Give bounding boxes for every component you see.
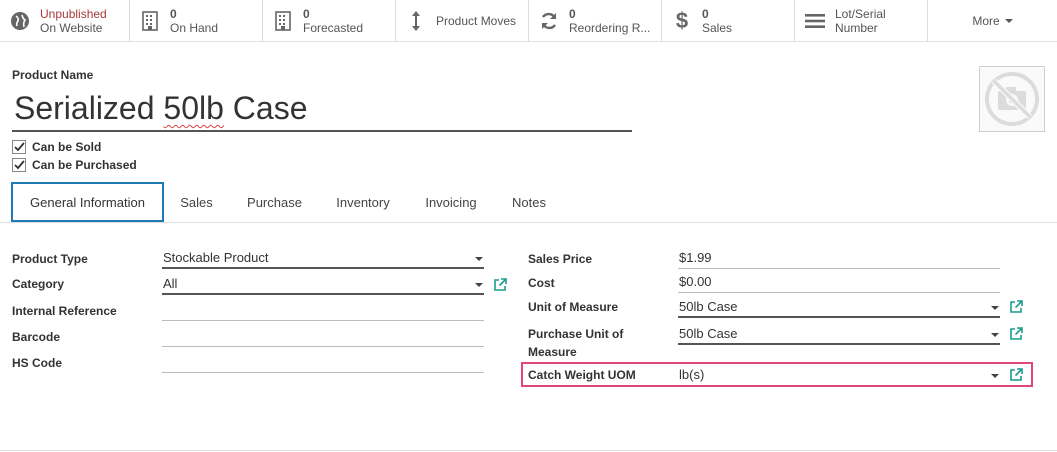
lot-serial-label-1: Lot/Serial bbox=[835, 7, 886, 21]
bars-icon bbox=[803, 9, 827, 33]
tab-general-information[interactable]: General Information bbox=[11, 182, 164, 222]
tab-purchase[interactable]: Purchase bbox=[233, 182, 316, 223]
external-link-icon[interactable] bbox=[1009, 300, 1023, 314]
uom-value: 50lb Case bbox=[679, 299, 738, 314]
checkmark-icon bbox=[13, 142, 25, 152]
refresh-icon bbox=[537, 9, 561, 33]
uom-select[interactable]: 50lb Case bbox=[678, 298, 1000, 318]
on-hand-label: On Hand bbox=[170, 21, 219, 35]
caret-down-icon bbox=[991, 374, 999, 378]
reordering-label: Reordering R... bbox=[569, 21, 651, 35]
sales-price-value: $1.99 bbox=[679, 250, 712, 265]
purchase-uom-label-line2: Measure bbox=[528, 345, 577, 359]
product-moves-label: Product Moves bbox=[436, 14, 517, 28]
more-label: More bbox=[972, 14, 1000, 28]
sales-price-input[interactable]: $1.99 bbox=[678, 249, 1000, 269]
product-name-word: Case bbox=[232, 90, 308, 126]
caret-down-icon bbox=[475, 257, 483, 261]
can-be-sold-row: Can be Sold bbox=[12, 140, 101, 154]
cost-label: Cost bbox=[528, 276, 555, 290]
purchase-uom-label: Purchase Unit of Measure bbox=[528, 325, 623, 361]
checkmark-icon bbox=[13, 160, 25, 170]
tab-invoicing[interactable]: Invoicing bbox=[412, 182, 490, 223]
website-status: Unpublished bbox=[40, 7, 107, 21]
reordering-count: 0 bbox=[569, 7, 576, 21]
external-link-icon[interactable] bbox=[1009, 327, 1023, 341]
can-be-purchased-label: Can be Purchased bbox=[32, 158, 137, 172]
product-type-value: Stockable Product bbox=[163, 250, 269, 265]
sales-button[interactable]: $ 0 Sales bbox=[662, 0, 795, 42]
tab-sales[interactable]: Sales bbox=[168, 182, 225, 223]
product-image[interactable] bbox=[979, 66, 1045, 132]
hs-code-input[interactable] bbox=[162, 353, 484, 373]
sales-price-label: Sales Price bbox=[528, 252, 593, 266]
caret-down-icon bbox=[991, 333, 999, 337]
catch-weight-uom-select[interactable]: lb(s) bbox=[678, 366, 1000, 386]
more-button[interactable]: More bbox=[928, 0, 1057, 42]
category-label: Category bbox=[12, 277, 65, 291]
cost-value: $0.00 bbox=[679, 274, 712, 289]
globe-icon bbox=[8, 9, 32, 33]
product-name-input[interactable]: Serialized 50lb Case bbox=[12, 86, 632, 132]
dollar-icon: $ bbox=[675, 8, 689, 33]
product-type-label: Product Type bbox=[12, 252, 88, 266]
internal-reference-input[interactable] bbox=[162, 301, 484, 321]
category-select[interactable]: All bbox=[162, 275, 484, 295]
internal-reference-label: Internal Reference bbox=[12, 304, 117, 318]
product-name-label: Product Name bbox=[12, 68, 94, 82]
on-hand-button[interactable]: 0 On Hand bbox=[130, 0, 263, 42]
product-moves-button[interactable]: Product Moves bbox=[396, 0, 529, 42]
product-name-word: 50lb bbox=[163, 90, 224, 126]
purchase-uom-select[interactable]: 50lb Case bbox=[678, 325, 1000, 345]
external-link-icon[interactable] bbox=[1009, 368, 1023, 382]
barcode-input[interactable] bbox=[162, 327, 484, 347]
catch-weight-uom-label: Catch Weight UOM bbox=[528, 368, 636, 382]
website-label: On Website bbox=[40, 21, 103, 35]
uom-label: Unit of Measure bbox=[528, 300, 619, 314]
hs-code-label: HS Code bbox=[12, 356, 63, 370]
caret-down-icon bbox=[991, 306, 999, 310]
catch-weight-uom-value: lb(s) bbox=[679, 367, 705, 382]
can-be-sold-label: Can be Sold bbox=[32, 140, 102, 154]
sheet-bottom-divider bbox=[0, 450, 1057, 451]
building-icon bbox=[271, 9, 295, 33]
can-be-sold-checkbox[interactable] bbox=[12, 140, 26, 154]
website-button[interactable]: Unpublished On Website bbox=[0, 0, 130, 42]
caret-down-icon bbox=[475, 283, 483, 287]
sales-count: 0 bbox=[702, 7, 709, 21]
tab-notes[interactable]: Notes bbox=[500, 182, 558, 223]
arrows-vertical-icon bbox=[404, 9, 428, 33]
reordering-rules-button[interactable]: 0 Reordering R... bbox=[529, 0, 662, 42]
forecasted-button[interactable]: 0 Forecasted bbox=[263, 0, 396, 42]
sales-label: Sales bbox=[702, 21, 733, 35]
smart-button-bar: Unpublished On Website 0 On Hand 0 Forec… bbox=[0, 0, 1057, 42]
purchase-uom-label-line1: Purchase Unit of bbox=[528, 327, 624, 341]
category-value: All bbox=[163, 276, 178, 291]
product-name-word: Serialized bbox=[14, 90, 155, 126]
can-be-purchased-checkbox[interactable] bbox=[12, 158, 26, 172]
caret-down-icon bbox=[1004, 19, 1013, 23]
cost-input[interactable]: $0.00 bbox=[678, 273, 1000, 293]
lot-serial-label-2: Number bbox=[835, 21, 878, 35]
product-type-select[interactable]: Stockable Product bbox=[162, 249, 484, 269]
purchase-uom-value: 50lb Case bbox=[679, 326, 738, 341]
barcode-label: Barcode bbox=[12, 330, 61, 344]
external-link-icon[interactable] bbox=[493, 278, 507, 292]
building-icon bbox=[138, 9, 162, 33]
on-hand-count: 0 bbox=[170, 7, 177, 21]
notebook-tabs: General Information Sales Purchase Inven… bbox=[0, 182, 1057, 223]
forecasted-label: Forecasted bbox=[303, 21, 364, 35]
tab-inventory[interactable]: Inventory bbox=[322, 182, 404, 223]
lot-serial-button[interactable]: Lot/Serial Number bbox=[795, 0, 928, 42]
forecasted-count: 0 bbox=[303, 7, 310, 21]
can-be-purchased-row: Can be Purchased bbox=[12, 158, 137, 172]
no-camera-icon bbox=[985, 72, 1039, 126]
